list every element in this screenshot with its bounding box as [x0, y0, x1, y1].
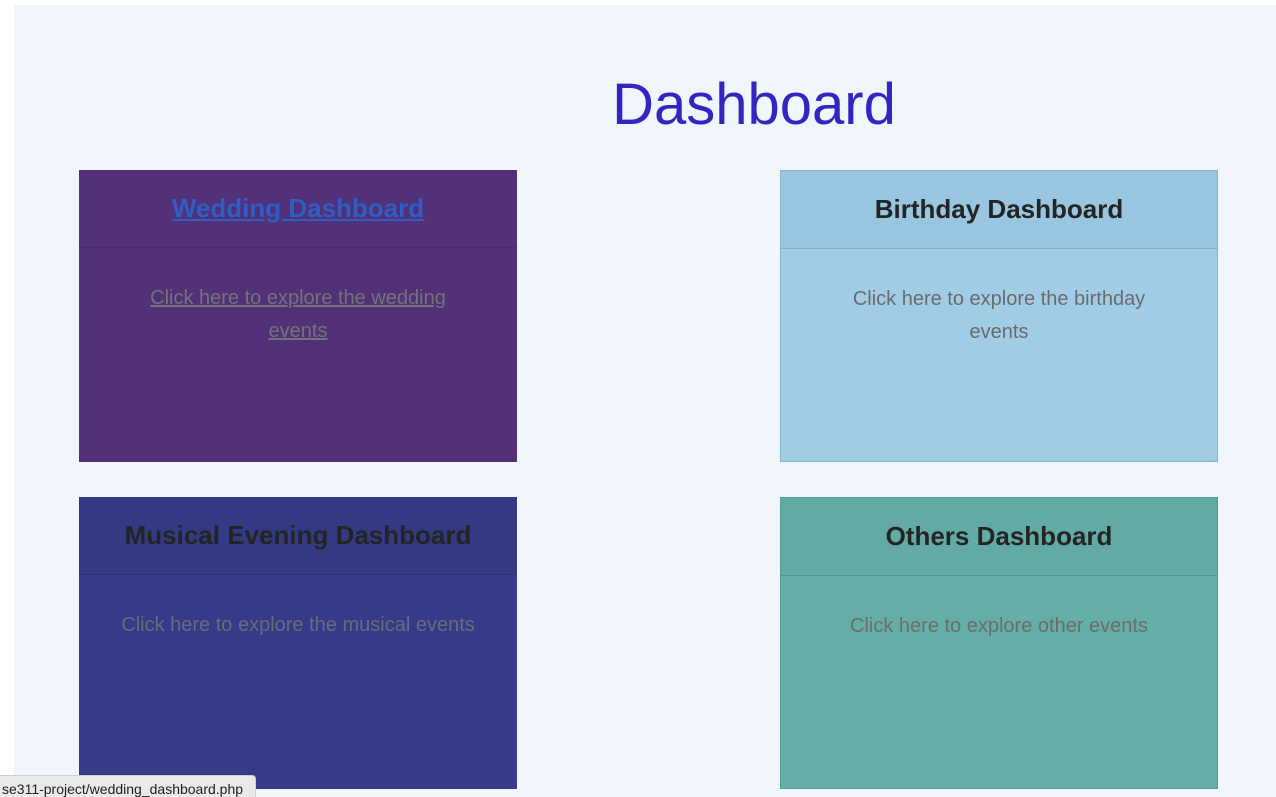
wedding-dashboard-link[interactable]: Wedding Dashboard [172, 193, 424, 223]
card-title: Others Dashboard [885, 521, 1113, 551]
card-title: Birthday Dashboard [874, 194, 1124, 224]
others-dashboard-card: Others Dashboard Click here to explore o… [780, 497, 1218, 789]
card-header: Wedding Dashboard [79, 170, 517, 248]
musical-evening-dashboard-card: Musical Evening Dashboard Click here to … [79, 497, 517, 789]
others-explore-text[interactable]: Click here to explore other events [850, 615, 1148, 637]
card-title: Wedding Dashboard [172, 193, 424, 224]
card-header: Others Dashboard [781, 498, 1217, 576]
browser-status-bar: se311-project/wedding_dashboard.php [0, 775, 257, 797]
card-body: Click here to explore the musical events [79, 575, 517, 642]
card-title: Musical Evening Dashboard [124, 520, 472, 550]
card-header: Birthday Dashboard [781, 171, 1217, 249]
musical-explore-text[interactable]: Click here to explore the musical events [121, 614, 475, 636]
wedding-explore-link[interactable]: Click here to explore the wedding events [150, 287, 446, 342]
card-body: Click here to explore other events [781, 576, 1217, 643]
birthday-dashboard-card: Birthday Dashboard Click here to explore… [780, 170, 1218, 462]
page-title: Dashboard [612, 72, 896, 137]
birthday-explore-text[interactable]: Click here to explore the birthday event… [853, 288, 1145, 343]
card-header: Musical Evening Dashboard [79, 497, 517, 575]
wedding-dashboard-card: Wedding Dashboard Click here to explore … [79, 170, 517, 462]
card-body: Click here to explore the birthday event… [781, 249, 1217, 349]
page-content: Dashboard Wedding Dashboard Click here t… [14, 5, 1276, 797]
card-body: Click here to explore the wedding events [79, 248, 517, 348]
